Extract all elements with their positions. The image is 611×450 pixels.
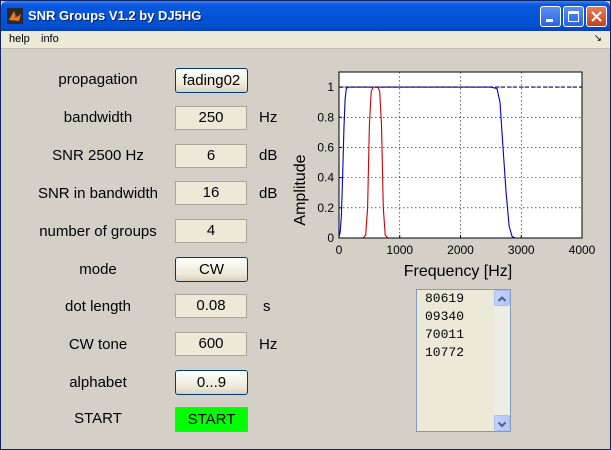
maximize-button[interactable]: [563, 6, 584, 27]
close-button[interactable]: [586, 6, 607, 27]
start-button[interactable]: START: [175, 407, 248, 432]
chevron-down-icon: [497, 421, 507, 428]
alphabet-label: alphabet: [69, 374, 127, 391]
list-item[interactable]: 70011: [425, 327, 464, 342]
main-window: SNR Groups V1.2 by DJ5HG help info ↘ pro…: [0, 0, 611, 450]
y-tick-label: 0.8: [317, 110, 334, 124]
snr-bandwidth-field[interactable]: 16: [175, 181, 247, 205]
x-tick-label: 3000: [508, 243, 535, 257]
groups-label: number of groups: [39, 223, 157, 240]
maximize-icon: [568, 11, 579, 22]
matlab-app-icon: [7, 8, 23, 24]
bandwidth-unit: Hz: [259, 109, 278, 126]
propagation-label: propagation: [58, 71, 138, 88]
minimize-icon: [546, 19, 553, 22]
snr-bandwidth-label: SNR in bandwidth: [37, 185, 159, 202]
list-item[interactable]: 10772: [425, 345, 464, 360]
x-tick-label: 4000: [569, 243, 596, 257]
window-title: SNR Groups V1.2 by DJ5HG: [28, 8, 202, 23]
list-item[interactable]: 09340: [425, 309, 464, 324]
scroll-up-button[interactable]: [494, 290, 510, 306]
scroll-down-button[interactable]: [494, 415, 510, 431]
bandwidth-field[interactable]: 250: [175, 106, 247, 130]
groups-field[interactable]: 4: [175, 219, 247, 243]
menu-help[interactable]: help: [9, 33, 30, 45]
alphabet-button[interactable]: 0...9: [175, 370, 248, 395]
title-bar[interactable]: SNR Groups V1.2 by DJ5HG: [1, 1, 610, 31]
frequency-response-chart: 0 1000 2000 3000 4000 0 0.2 0.4 0.6 0.8 1 Frequenc…: [292, 71, 596, 280]
y-tick-label: 1: [327, 80, 334, 94]
x-tick-label: 0: [336, 243, 343, 257]
dot-length-unit: s: [263, 298, 271, 315]
snr2500-label: SNR 2500 Hz: [52, 147, 144, 164]
listbox-scrollbar[interactable]: [494, 290, 510, 431]
chevron-up-icon: [497, 296, 507, 302]
menu-info[interactable]: info: [41, 33, 59, 45]
minimize-button[interactable]: [540, 6, 561, 27]
menu-bar: help info ↘: [1, 31, 610, 49]
cw-tone-unit: Hz: [259, 336, 278, 353]
y-tick-label: 0.6: [317, 140, 334, 154]
cw-tone-field[interactable]: 600: [175, 332, 247, 356]
dot-length-label: dot length: [65, 298, 131, 315]
x-tick-label: 2000: [447, 243, 474, 257]
x-axis-label: Frequency [Hz]: [404, 263, 512, 280]
start-label: START: [74, 410, 122, 427]
snr-bandwidth-unit: dB: [259, 185, 278, 202]
close-icon: [591, 11, 602, 22]
mode-label: mode: [79, 261, 117, 278]
x-tick-label: 1000: [386, 243, 413, 257]
bandwidth-label: bandwidth: [63, 109, 133, 126]
groups-listbox[interactable]: 80619 09340 70011 10772: [416, 289, 511, 432]
dot-length-field[interactable]: 0.08: [175, 294, 247, 318]
y-axis-label: Amplitude: [292, 154, 309, 225]
snr2500-unit: dB: [259, 147, 278, 164]
cw-tone-label: CW tone: [68, 336, 128, 353]
snr2500-field[interactable]: 6: [175, 144, 247, 168]
y-tick-label: 0.4: [317, 171, 334, 185]
propagation-button[interactable]: fading02: [175, 68, 248, 93]
dock-arrow-icon[interactable]: ↘: [594, 33, 602, 44]
y-tick-label: 0: [327, 231, 334, 245]
y-tick-label: 0.2: [317, 201, 334, 215]
list-item[interactable]: 80619: [425, 291, 464, 306]
mode-button[interactable]: CW: [175, 257, 248, 282]
